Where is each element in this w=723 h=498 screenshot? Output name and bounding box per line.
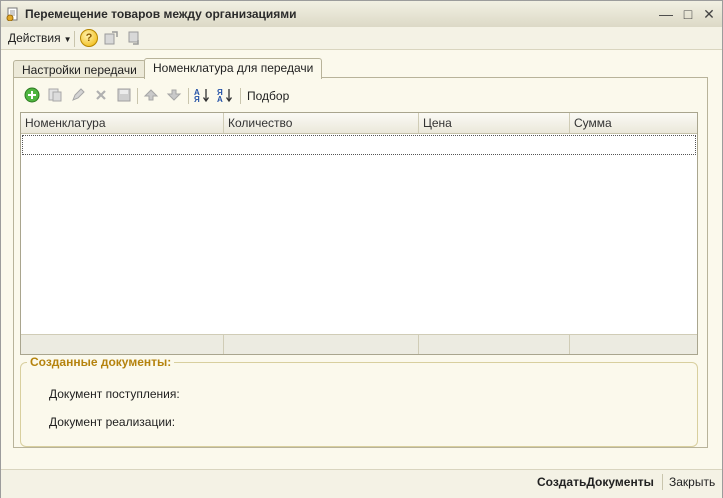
selection-button[interactable]: Подбор [247, 89, 289, 103]
table-row[interactable] [22, 135, 696, 155]
created-documents-group [20, 362, 698, 447]
svg-text:А: А [217, 95, 223, 103]
minimize-icon[interactable]: — [658, 6, 674, 22]
create-documents-button[interactable]: СоздатьДокументы [537, 475, 654, 489]
toolbar-separator [240, 88, 241, 104]
go-down-document-icon[interactable] [127, 31, 141, 45]
svg-text:Я: Я [194, 95, 200, 103]
window-title: Перемещение товаров между организациями [25, 7, 297, 21]
chevron-down-icon: ▼ [63, 35, 72, 44]
toolbar-separator [188, 88, 189, 104]
sale-document-label: Документ реализации: [49, 415, 176, 429]
edit-icon[interactable] [70, 87, 86, 103]
separator [662, 474, 663, 490]
table-header: Номенклатура Количество Цена Сумма [21, 113, 697, 134]
toolbar-separator [137, 88, 138, 104]
move-down-icon[interactable] [166, 87, 182, 103]
nomenclature-table[interactable]: Номенклатура Количество Цена Сумма [20, 112, 698, 355]
footer-cell [419, 335, 570, 354]
move-up-icon[interactable] [143, 87, 159, 103]
sort-asc-icon[interactable]: А Я [194, 87, 210, 103]
document-transfer-icon [6, 7, 18, 21]
go-up-document-icon[interactable] [104, 31, 118, 45]
tab-nomenclature[interactable]: Номенклатура для передачи [144, 58, 323, 79]
column-header-nomenclature[interactable]: Номенклатура [21, 113, 224, 133]
actions-label: Действия [8, 31, 61, 45]
column-header-quantity[interactable]: Количество [224, 113, 419, 133]
maximize-icon[interactable]: □ [680, 6, 696, 22]
footer-cell [570, 335, 697, 354]
add-icon[interactable] [24, 87, 40, 103]
delete-icon[interactable] [93, 87, 109, 103]
dialog-window: Перемещение товаров между организациями … [0, 0, 723, 498]
close-button[interactable]: Закрыть [669, 475, 715, 489]
copy-icon[interactable] [47, 87, 63, 103]
command-bar: Действия ▼ ? [1, 27, 722, 50]
receipt-document-label: Документ поступления: [49, 387, 180, 401]
save-icon[interactable] [116, 87, 132, 103]
close-icon[interactable]: ✕ [701, 6, 717, 22]
footer-cell [21, 335, 224, 354]
column-header-price[interactable]: Цена [419, 113, 570, 133]
table-footer [21, 334, 697, 354]
column-header-sum[interactable]: Сумма [570, 113, 697, 133]
help-icon[interactable]: ? [80, 29, 98, 47]
created-documents-title: Созданные документы: [27, 355, 175, 369]
title-bar[interactable]: Перемещение товаров между организациями … [1, 1, 722, 28]
footer-cell [224, 335, 419, 354]
sort-desc-icon[interactable]: Я А [217, 87, 233, 103]
actions-menu-button[interactable]: Действия ▼ [8, 31, 72, 45]
separator [74, 31, 75, 47]
